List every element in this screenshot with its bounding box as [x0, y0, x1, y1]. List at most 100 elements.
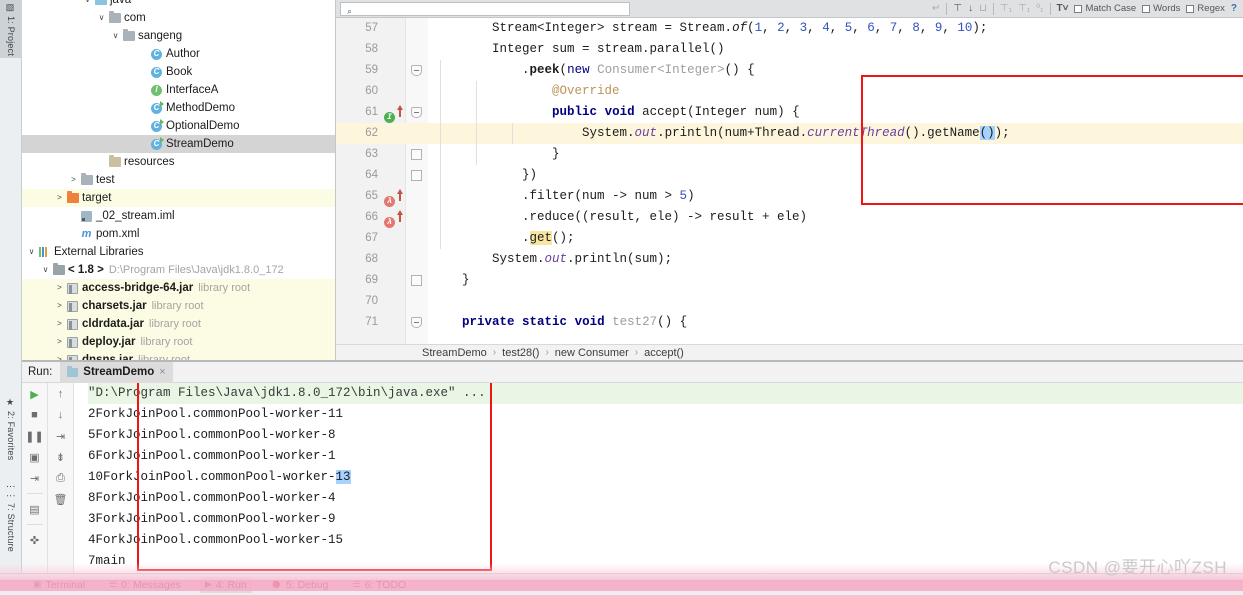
code-text[interactable]: .get();	[432, 228, 575, 249]
fold-toggle-icon[interactable]	[411, 275, 422, 286]
tree-expand-arrow[interactable]: >	[54, 279, 65, 297]
tree-expand-arrow[interactable]: >	[54, 297, 65, 315]
tree-item-com[interactable]: ∨ com	[22, 9, 335, 27]
filter-comments-icon[interactable]: ⊤₁	[1018, 3, 1030, 14]
console-line-6[interactable]: 3ForkJoinPool.commonPool-worker-9	[88, 509, 1243, 530]
preserve-case-icon[interactable]: T˅	[1057, 3, 1069, 14]
code-text[interactable]: }	[432, 144, 560, 165]
code-line-71[interactable]: 71 private static void test27() {	[336, 312, 1243, 333]
tree-item-cldrdata-jar[interactable]: > cldrdata.jar library root	[22, 315, 335, 333]
up-arrow-icon[interactable]: ↑	[53, 387, 69, 401]
breadcrumb-item-0[interactable]: StreamDemo	[422, 347, 487, 359]
code-line-68[interactable]: 68 System.out.println(sum);	[336, 249, 1243, 270]
code-line-64[interactable]: 64 })	[336, 165, 1243, 186]
breadcrumb-item-1[interactable]: test28()	[502, 347, 539, 359]
filter-literals-icon[interactable]: ⁰₁	[1036, 3, 1043, 14]
tree-expand-arrow[interactable]: >	[54, 333, 65, 351]
tree-expand-arrow[interactable]: ∨	[110, 27, 121, 45]
status-item-messages[interactable]: ☰ 0: Messages	[104, 577, 186, 593]
run-tab-streamdemo[interactable]: StreamDemo ×	[60, 361, 173, 383]
tree-item-author[interactable]: C Author	[22, 45, 335, 63]
tree-item-external-libraries[interactable]: ∨ External Libraries	[22, 243, 335, 261]
code-line-65[interactable]: 65 λ .filter(num -> num > 5)	[336, 186, 1243, 207]
code-text[interactable]: @Override	[432, 81, 620, 102]
code-text[interactable]: System.out.println(sum);	[432, 249, 672, 270]
help-icon[interactable]: ?	[1231, 3, 1237, 14]
code-text[interactable]: Integer sum = stream.parallel()	[432, 39, 725, 60]
select-all-icon[interactable]: ⊔	[979, 3, 987, 14]
project-tree[interactable]: ∨java∨com∨sangengCAuthorCBookIInterfaceA…	[22, 0, 335, 360]
tree-item-target[interactable]: > target	[22, 189, 335, 207]
tree-item-interfacea[interactable]: I InterfaceA	[22, 81, 335, 99]
tree-item-streamdemo[interactable]: C StreamDemo	[22, 135, 335, 153]
code-text[interactable]: public void accept(Integer num) {	[432, 102, 800, 123]
tree-expand-arrow[interactable]: ∨	[96, 9, 107, 27]
fold-toggle-icon[interactable]	[411, 170, 422, 181]
sidebar-item-favorites[interactable]: ★ 2: Favorites	[0, 395, 22, 475]
pin-icon[interactable]: ✜	[27, 533, 43, 547]
tree-item--1-8-[interactable]: ∨ < 1.8 > D:\Program Files\Java\jdk1.8.0_1…	[22, 261, 335, 279]
code-area[interactable]: 57 Stream<Integer> stream = Stream.of(1,…	[336, 18, 1243, 344]
words-option[interactable]: Words	[1142, 3, 1180, 14]
fold-toggle-icon[interactable]	[411, 65, 422, 76]
tree-expand-arrow[interactable]: ∨	[40, 261, 51, 279]
console-line-1[interactable]: 2ForkJoinPool.commonPool-worker-11	[88, 404, 1243, 425]
status-item-todo[interactable]: ☰ 6: TODO	[348, 577, 412, 593]
override-arrow-icon[interactable]	[397, 210, 403, 222]
tree-item-pom-xml[interactable]: m pom.xml	[22, 225, 335, 243]
code-line-61[interactable]: 61 I public void accept(Integer num) {	[336, 102, 1243, 123]
sidebar-item-structure[interactable]: ⋮⋮ 7: Structure	[0, 479, 22, 567]
tree-item-deploy-jar[interactable]: > deploy.jar library root	[22, 333, 335, 351]
trash-icon[interactable]: 🗑	[53, 492, 69, 506]
pause-icon[interactable]: ❚❚	[25, 429, 43, 443]
code-text[interactable]: private static void test27() {	[432, 312, 687, 333]
console-line-8[interactable]: 7main	[88, 551, 1243, 572]
stop-icon[interactable]: ■	[27, 408, 43, 422]
regex-checkbox[interactable]	[1186, 4, 1195, 13]
code-text[interactable]: .filter(num -> num > 5)	[432, 186, 695, 207]
console-line-7[interactable]: 4ForkJoinPool.commonPool-worker-15	[88, 530, 1243, 551]
tree-expand-arrow[interactable]: >	[54, 189, 65, 207]
match-down-icon[interactable]: ↓	[968, 3, 973, 14]
tree-item-java[interactable]: ∨ java	[22, 0, 335, 9]
code-lines[interactable]: 57 Stream<Integer> stream = Stream.of(1,…	[336, 18, 1243, 333]
console-line-0[interactable]: "D:\Program Files\Java\jdk1.8.0_172\bin\…	[88, 383, 1243, 404]
code-text[interactable]: })	[432, 165, 537, 186]
code-line-60[interactable]: 60 @Override	[336, 81, 1243, 102]
enter-icon[interactable]: ↵	[932, 3, 940, 14]
tree-item-resources[interactable]: resources	[22, 153, 335, 171]
console-line-4[interactable]: 10ForkJoinPool.commonPool-worker-13	[88, 467, 1243, 488]
tree-item-optionaldemo[interactable]: C OptionalDemo	[22, 117, 335, 135]
scroll-to-end-icon[interactable]: ⇟	[53, 450, 69, 464]
tree-expand-arrow[interactable]: >	[54, 351, 65, 360]
tree-expand-arrow[interactable]: ∨	[26, 243, 37, 261]
code-line-57[interactable]: 57 Stream<Integer> stream = Stream.of(1,…	[336, 18, 1243, 39]
code-line-63[interactable]: 63 }	[336, 144, 1243, 165]
filter-in-selection-icon[interactable]: ⊤₁	[1000, 3, 1012, 14]
code-line-62[interactable]: 62 System.out.println(num+Thread.current…	[336, 123, 1243, 144]
breadcrumb[interactable]: StreamDemo › test28() › new Consumer › a…	[336, 344, 1243, 361]
tree-item-methoddemo[interactable]: C MethodDemo	[22, 99, 335, 117]
fold-toggle-icon[interactable]	[411, 317, 422, 328]
project-tree-panel[interactable]: ∨java∨com∨sangengCAuthorCBookIInterfaceA…	[22, 0, 336, 360]
console-line-2[interactable]: 5ForkJoinPool.commonPool-worker-8	[88, 425, 1243, 446]
camera-icon[interactable]: ▣	[27, 450, 43, 464]
words-checkbox[interactable]	[1142, 4, 1151, 13]
breadcrumb-item-3[interactable]: accept()	[644, 347, 684, 359]
status-item-run[interactable]: ▶ 4: Run	[199, 576, 252, 593]
console-line-5[interactable]: 8ForkJoinPool.commonPool-worker-4	[88, 488, 1243, 509]
code-line-66[interactable]: 66 λ .reduce((result, ele) -> result + el…	[336, 207, 1243, 228]
sidebar-item-project[interactable]: ▧ 1: Project	[0, 0, 22, 58]
code-text[interactable]: .peek(new Consumer<Integer>() {	[432, 60, 755, 81]
code-line-70[interactable]: 70	[336, 291, 1243, 312]
search-input[interactable]: ⌕	[340, 1, 630, 16]
match-case-checkbox[interactable]	[1074, 4, 1083, 13]
tree-item-test[interactable]: > test	[22, 171, 335, 189]
fold-toggle-icon[interactable]	[411, 107, 422, 118]
match-up-icon[interactable]: ⊤	[953, 3, 962, 14]
fold-toggle-icon[interactable]	[411, 149, 422, 160]
editor-panel[interactable]: ⌕ ↵ ⊤ ↓ ⊔ ⊤₁ ⊤₁ ⁰₁ T˅ Match Case Words R…	[336, 0, 1243, 344]
code-line-67[interactable]: 67 .get();	[336, 228, 1243, 249]
code-text[interactable]: .reduce((result, ele) -> result + ele)	[432, 207, 807, 228]
code-line-59[interactable]: 59 .peek(new Consumer<Integer>() {	[336, 60, 1243, 81]
